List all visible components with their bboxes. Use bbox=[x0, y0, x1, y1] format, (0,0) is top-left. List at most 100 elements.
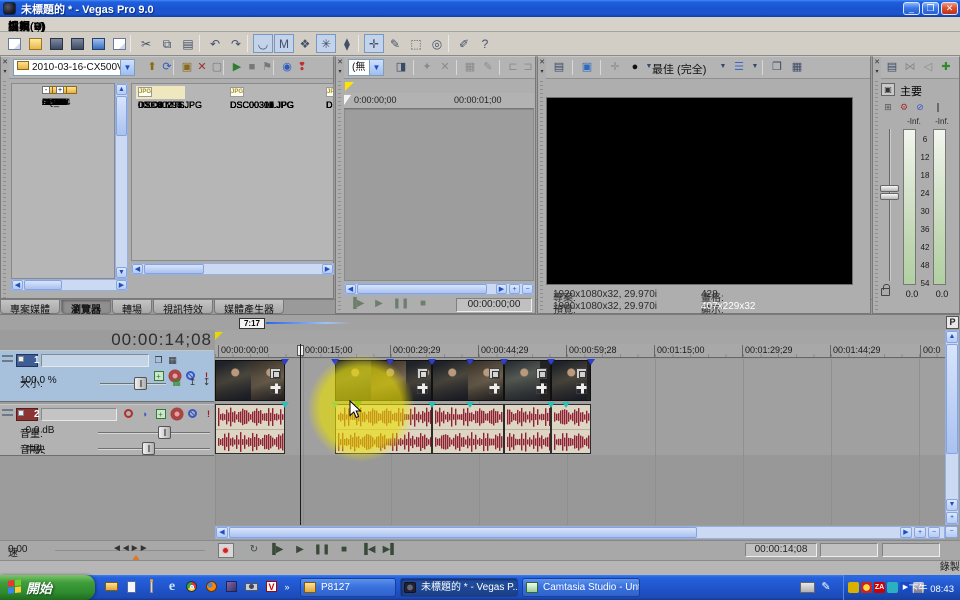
scroll-thumb[interactable] bbox=[24, 280, 62, 290]
scroll-right-icon[interactable]: ▶ bbox=[116, 280, 127, 290]
gear-icon[interactable] bbox=[170, 409, 183, 421]
event-fx-icon[interactable] bbox=[536, 383, 547, 394]
pause-button[interactable]: ❚❚ bbox=[312, 543, 332, 558]
minimize-button[interactable]: _ bbox=[903, 2, 920, 15]
collapse-panel-icon[interactable]: ▾ bbox=[873, 68, 881, 77]
pan-crop-icon[interactable] bbox=[576, 368, 587, 379]
track-motion-icon[interactable]: ❐ bbox=[152, 355, 165, 367]
close-panel-icon[interactable]: ✕ bbox=[873, 58, 881, 67]
auto-ripple-toggle-icon[interactable]: M bbox=[274, 34, 294, 53]
timeline-loop-bar[interactable] bbox=[215, 330, 945, 344]
automation-icon[interactable]: + bbox=[152, 371, 165, 383]
bus-mute-icon[interactable]: ⊘ bbox=[913, 101, 927, 114]
panel-grip[interactable]: ✕▾ bbox=[538, 57, 546, 313]
fader-lock-icon[interactable] bbox=[881, 288, 890, 296]
normal-edit-tool-icon[interactable]: ✛ bbox=[364, 34, 384, 53]
go-to-end-button[interactable]: ▶▌ bbox=[380, 543, 400, 558]
timeline-vertical-scrollbar[interactable]: ▲ ▼ + bbox=[945, 330, 959, 525]
scroll-left-icon[interactable]: ◀ bbox=[12, 280, 23, 290]
tree-expander-icon[interactable]: + bbox=[56, 86, 64, 94]
file-list-horizontal-scrollbar[interactable]: ◀ ▶ bbox=[131, 263, 334, 275]
trimmer-history-combo[interactable]: (無 ▼ bbox=[348, 59, 384, 76]
project-properties-button-icon[interactable] bbox=[109, 34, 129, 53]
properties-button-icon[interactable] bbox=[88, 34, 108, 53]
automation-icon[interactable]: + bbox=[154, 409, 167, 421]
loop-region-start-flag[interactable] bbox=[215, 332, 223, 340]
copy-button-icon[interactable]: ⧉ bbox=[157, 34, 177, 53]
loop-playback-button[interactable]: ↻ bbox=[244, 543, 264, 558]
project-properties-icon[interactable]: ▤ bbox=[550, 59, 568, 76]
quicklaunch-media-icon[interactable] bbox=[224, 579, 240, 595]
redo-button-icon[interactable]: ↷ bbox=[226, 34, 246, 53]
dock-tab-媒體產生器[interactable]: 媒體產生器 bbox=[214, 300, 284, 314]
pause-button[interactable]: ❚❚ bbox=[392, 297, 410, 312]
bus-fx-icon[interactable]: ⚙ bbox=[897, 101, 911, 114]
zoom-in-icon[interactable]: + bbox=[509, 284, 520, 294]
trimmer-scrollbar[interactable]: ◀ ▶ + − bbox=[344, 283, 534, 295]
down-arrow-icon[interactable]: ↧ bbox=[200, 377, 213, 389]
collapse-panel-icon[interactable]: ▾ bbox=[336, 68, 344, 77]
add-fx-icon[interactable]: ✚ bbox=[937, 59, 955, 76]
quicklaunch-ie-icon[interactable]: e bbox=[164, 579, 180, 595]
timeline-ruler[interactable]: 00:00:00;0000:00:15;0000:00:29;2900:00:4… bbox=[215, 344, 945, 358]
trimmer-marker-flag[interactable] bbox=[345, 82, 354, 91]
file-item[interactable]: JPGDSC00299.JPG bbox=[136, 86, 202, 99]
close-panel-icon[interactable]: ✕ bbox=[336, 58, 344, 67]
video-event[interactable] bbox=[551, 360, 591, 401]
quicklaunch-document-icon[interactable] bbox=[124, 579, 140, 595]
new-button-icon[interactable] bbox=[4, 34, 24, 53]
zoom-out-icon[interactable]: − bbox=[928, 527, 940, 538]
copy-snapshot-icon[interactable]: ❐ bbox=[768, 59, 786, 76]
scroll-up-icon[interactable]: ▲ bbox=[116, 84, 127, 95]
audio-event[interactable] bbox=[215, 404, 285, 454]
scroll-right-icon[interactable]: ▶ bbox=[900, 527, 912, 538]
pen-input-icon[interactable]: ✎ bbox=[820, 579, 832, 595]
record-arm-icon[interactable] bbox=[122, 409, 135, 421]
size-slider-knob[interactable] bbox=[134, 377, 147, 390]
pencil-tool-icon[interactable]: ✐ bbox=[454, 34, 474, 53]
scroll-thumb[interactable] bbox=[144, 264, 204, 274]
tree-item[interactable]: +Ne bbox=[12, 84, 79, 96]
snap-toggle-icon[interactable]: ◡ bbox=[253, 34, 273, 53]
restore-button[interactable]: ❐ bbox=[922, 2, 939, 15]
scroll-left-icon[interactable]: ◀ bbox=[345, 284, 356, 294]
combo-dropdown-icon[interactable]: ▼ bbox=[369, 60, 383, 75]
track-number-badge[interactable]: 2 bbox=[16, 408, 38, 421]
track-fx-icon[interactable]: ▦ bbox=[166, 355, 179, 367]
shuttle-control[interactable]: ◄◄►► bbox=[112, 543, 148, 554]
timeline-timecode-display[interactable]: 00:00:14;08 bbox=[0, 330, 212, 349]
scroll-right-icon[interactable]: ▶ bbox=[322, 264, 333, 274]
open-button-icon[interactable] bbox=[25, 34, 45, 53]
pan-crop-icon[interactable] bbox=[489, 368, 500, 379]
scroll-down-icon[interactable]: ▼ bbox=[946, 499, 958, 511]
get-media-icon[interactable]: ❢ bbox=[293, 59, 311, 76]
scroll-up-icon[interactable]: ▲ bbox=[946, 331, 958, 343]
zoom-out-icon[interactable]: − bbox=[522, 284, 533, 294]
track-grip[interactable] bbox=[2, 355, 13, 365]
video-event[interactable] bbox=[215, 360, 285, 401]
ignore-grouping-toggle-icon[interactable]: ❖ bbox=[295, 34, 315, 53]
scroll-thumb[interactable] bbox=[116, 96, 127, 136]
file-item[interactable]: JPGDSC003 bbox=[324, 86, 334, 99]
scroll-left-icon[interactable]: ◀ bbox=[216, 527, 228, 538]
file-item[interactable]: JPGDSC00313.JPG bbox=[228, 86, 294, 99]
title-bar[interactable]: 未標題的 * - Vegas Pro 9.0 _ ❐ ✕ bbox=[0, 0, 960, 17]
pan-slider-knob[interactable] bbox=[142, 442, 155, 455]
marker-tool-button[interactable]: P bbox=[946, 316, 959, 329]
size-slider[interactable] bbox=[100, 383, 166, 385]
zoom-out-vertical-icon[interactable]: − bbox=[945, 526, 958, 538]
marker-pen-icon[interactable]: ✎ bbox=[479, 59, 497, 76]
close-panel-icon[interactable]: ✕ bbox=[1, 58, 9, 67]
volume-slider-knob[interactable] bbox=[158, 426, 171, 439]
close-button[interactable]: ✕ bbox=[941, 2, 958, 15]
collapse-panel-icon[interactable]: ▾ bbox=[1, 68, 9, 77]
scroll-thumb[interactable] bbox=[229, 527, 697, 538]
delete-icon[interactable]: ✕ bbox=[436, 59, 454, 76]
save-markers-icon[interactable]: ▦ bbox=[461, 59, 479, 76]
explorer-path-combo[interactable]: 2010-03-16-CX500V ▼ bbox=[13, 59, 135, 76]
stop-button[interactable]: ■ bbox=[334, 543, 354, 558]
quicklaunch-camera-icon[interactable] bbox=[244, 579, 260, 595]
preview-quality-label[interactable]: 最佳 (完全) bbox=[652, 61, 706, 77]
lock-envelopes-toggle-icon[interactable]: ✳ bbox=[316, 34, 336, 53]
solo-icon[interactable]: ! bbox=[202, 409, 215, 421]
